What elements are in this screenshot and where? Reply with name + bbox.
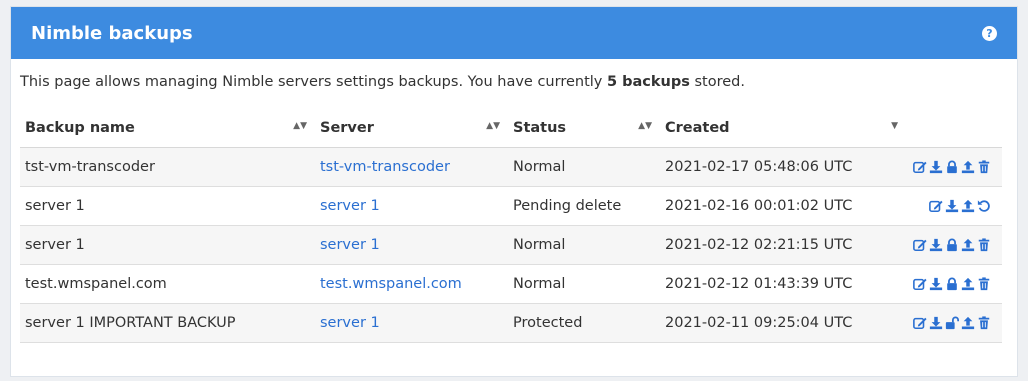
lock-icon[interactable]: [945, 238, 959, 252]
table-row: test.wmspanel.com test.wmspanel.com Normal…: [20, 264, 1002, 304]
table-row: tst-vm-transcoder tst-vm-transcoder Normal…: [20, 147, 1002, 187]
download-icon[interactable]: [945, 199, 959, 213]
created-cell: 2021-02-12 01:43:39 UTC: [660, 264, 906, 304]
server-link[interactable]: server 1: [320, 198, 380, 214]
table-row: server 1 server 1 Normal 2021-02-12 02:21:1…: [20, 225, 1002, 265]
upload-icon[interactable]: [961, 160, 975, 174]
intro-suffix: stored.: [689, 74, 745, 90]
server-link[interactable]: server 1: [320, 315, 380, 331]
status-cell: Protected: [508, 303, 660, 343]
server-link[interactable]: tst-vm-transcoder: [320, 159, 450, 175]
column-label: Backup name: [25, 120, 135, 136]
panel-title: Nimble backups: [31, 22, 193, 44]
download-icon[interactable]: [929, 238, 943, 252]
backup-name-cell: server 1 IMPORTANT BACKUP: [20, 303, 315, 343]
backup-name-cell: server 1: [20, 225, 315, 265]
server-cell: tst-vm-transcoder: [315, 147, 508, 187]
trash-icon[interactable]: [977, 238, 991, 252]
column-header-server[interactable]: Server ▲▼: [315, 109, 508, 148]
help-icon[interactable]: ?: [982, 25, 997, 41]
panel-header: Nimble backups ?: [11, 7, 1017, 59]
actions-cell: [906, 264, 1002, 304]
backups-panel: Nimble backups ? This page allows managi…: [10, 6, 1018, 377]
edit-icon[interactable]: [913, 160, 927, 174]
sort-icon[interactable]: ▲▼: [293, 121, 307, 131]
server-cell: server 1: [315, 225, 508, 265]
status-cell: Pending delete: [508, 186, 660, 226]
column-header-actions: [906, 109, 1002, 148]
actions-cell: [906, 186, 1002, 226]
column-header-created[interactable]: Created ▼: [660, 109, 906, 148]
created-cell: 2021-02-11 09:25:04 UTC: [660, 303, 906, 343]
status-cell: Normal: [508, 264, 660, 304]
column-header-backup-name[interactable]: Backup name ▲▼: [20, 109, 315, 148]
created-cell: 2021-02-12 02:21:15 UTC: [660, 225, 906, 265]
download-icon[interactable]: [929, 316, 943, 330]
table-row: server 1 server 1 Pending delete 2021-02-16…: [20, 186, 1002, 226]
download-icon[interactable]: [929, 160, 943, 174]
upload-icon[interactable]: [961, 316, 975, 330]
edit-icon[interactable]: [913, 277, 927, 291]
edit-icon[interactable]: [929, 199, 943, 213]
unlock-icon[interactable]: [945, 316, 959, 330]
lock-icon[interactable]: [945, 160, 959, 174]
server-cell: server 1: [315, 186, 508, 226]
sort-icon[interactable]: ▲▼: [486, 121, 500, 131]
backup-name-cell: tst-vm-transcoder: [20, 147, 315, 187]
created-cell: 2021-02-16 00:01:02 UTC: [660, 186, 906, 226]
column-label: Server: [320, 120, 374, 136]
lock-icon[interactable]: [945, 277, 959, 291]
trash-icon[interactable]: [977, 160, 991, 174]
intro-prefix: This page allows managing Nimble servers…: [20, 74, 607, 90]
upload-icon[interactable]: [961, 277, 975, 291]
status-cell: Normal: [508, 225, 660, 265]
actions-cell: [906, 147, 1002, 187]
server-link[interactable]: test.wmspanel.com: [320, 276, 462, 292]
table-header-row: Backup name ▲▼ Server ▲▼ Status ▲▼ Created ▼: [20, 109, 1002, 148]
table-row: server 1 IMPORTANT BACKUP server 1 Protect…: [20, 303, 1002, 343]
download-icon[interactable]: [929, 277, 943, 291]
upload-icon[interactable]: [961, 199, 975, 213]
edit-icon[interactable]: [913, 238, 927, 252]
backup-name-cell: server 1: [20, 186, 315, 226]
intro-text: This page allows managing Nimble servers…: [11, 59, 1017, 96]
upload-icon[interactable]: [961, 238, 975, 252]
sort-desc-icon[interactable]: ▼: [891, 121, 898, 131]
actions-cell: [906, 303, 1002, 343]
server-cell: test.wmspanel.com: [315, 264, 508, 304]
column-header-status[interactable]: Status ▲▼: [508, 109, 660, 148]
trash-icon[interactable]: [977, 277, 991, 291]
actions-cell: [906, 225, 1002, 265]
column-label: Status: [513, 120, 567, 136]
server-cell: server 1: [315, 303, 508, 343]
backup-name-cell: test.wmspanel.com: [20, 264, 315, 304]
undo-icon[interactable]: [977, 199, 991, 213]
backup-count: 5 backups: [606, 74, 690, 90]
created-cell: 2021-02-17 05:48:06 UTC: [660, 147, 906, 187]
sort-icon[interactable]: ▲▼: [638, 121, 652, 131]
edit-icon[interactable]: [913, 316, 927, 330]
backups-table: Backup name ▲▼ Server ▲▼ Status ▲▼ Created ▼…: [20, 109, 1002, 343]
trash-icon[interactable]: [977, 316, 991, 330]
server-link[interactable]: server 1: [320, 237, 380, 253]
column-label: Created: [665, 120, 730, 136]
status-cell: Normal: [508, 147, 660, 187]
